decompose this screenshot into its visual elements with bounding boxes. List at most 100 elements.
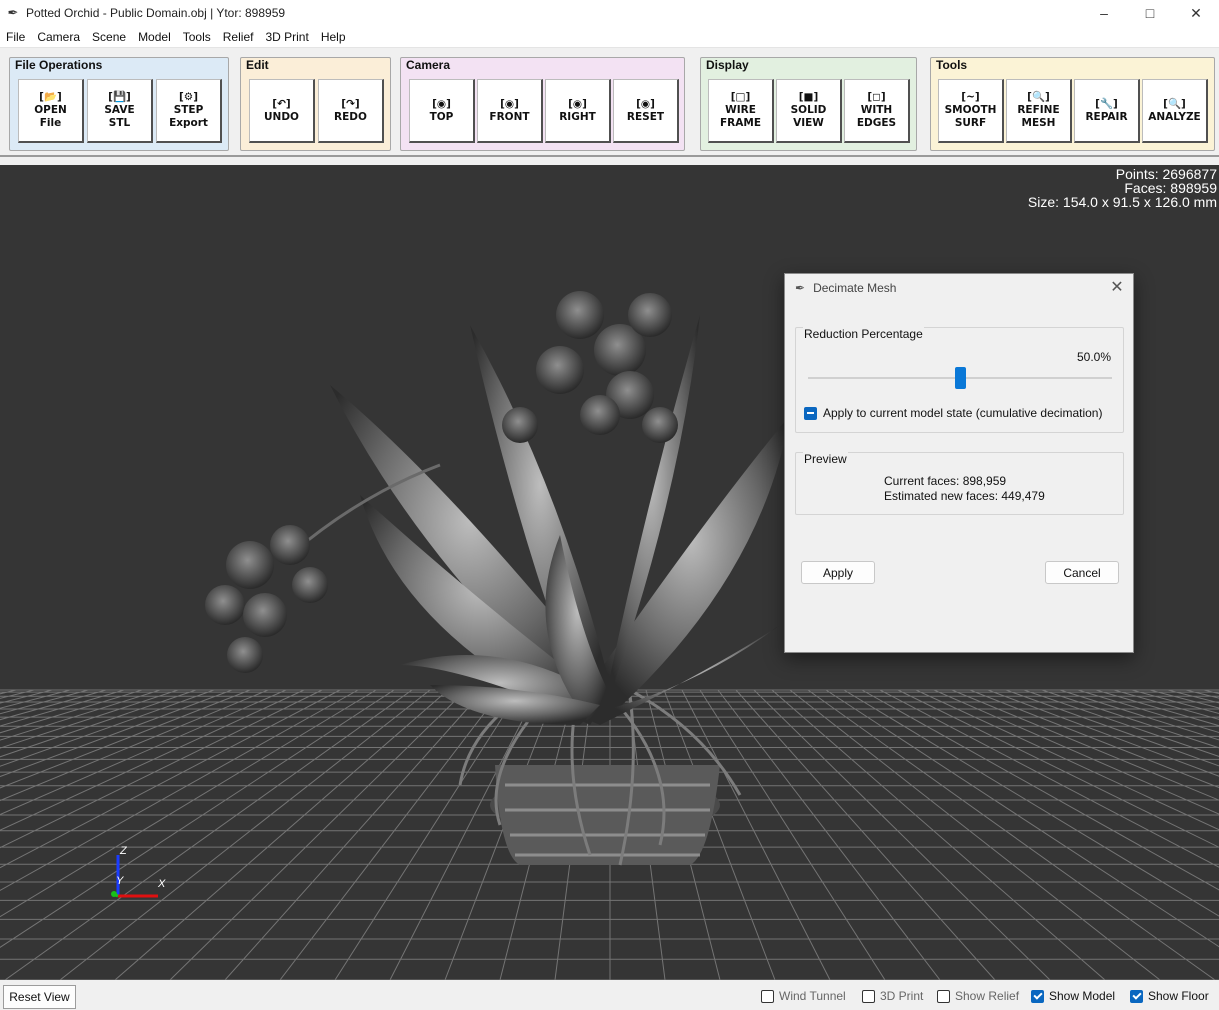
repair-button[interactable]: [🔧] REPAIR [1074, 79, 1140, 143]
solid-view-button[interactable]: [■] SOLID VIEW [776, 79, 842, 143]
close-icon[interactable]: ✕ [1173, 0, 1219, 26]
model-size: Size: 154.0 x 91.5 x 126.0 mm [1027, 194, 1217, 210]
wireframe-button[interactable]: [□] WIRE FRAME [708, 79, 774, 143]
camera-icon: [◉] [636, 97, 655, 110]
camera-right-button[interactable]: [◉] RIGHT [545, 79, 611, 143]
redo-icon: [↷] [341, 97, 360, 110]
button-label: EDGES [856, 117, 897, 129]
camera-icon: [◉] [432, 97, 451, 110]
reduction-legend: Reduction Percentage [803, 327, 924, 341]
menu-relief[interactable]: Relief [217, 26, 260, 48]
menu-file[interactable]: File [0, 26, 31, 48]
group-title: Edit [246, 58, 269, 72]
toggle-show-model[interactable]: Show Model [1031, 989, 1115, 1003]
button-label: MESH [1021, 117, 1056, 129]
feather-icon: ✒ [7, 5, 19, 20]
undo-icon: [↶] [272, 97, 291, 110]
toggle-label: Wind Tunnel [779, 989, 846, 1003]
close-icon[interactable]: ✕ [1107, 278, 1127, 298]
current-faces: Current faces: 898,959 [884, 474, 1007, 488]
wireframe-icon: [□] [730, 91, 751, 103]
open-file-button[interactable]: [📂] OPEN File [18, 79, 84, 143]
save-icon: [💾] [108, 91, 131, 103]
window-controls: – □ ✕ [1081, 0, 1219, 26]
camera-reset-button[interactable]: [◉] RESET [613, 79, 679, 143]
estimated-faces: Estimated new faces: 449,479 [884, 489, 1045, 503]
dialog-title: Decimate Mesh [813, 281, 897, 295]
button-label: STEP [173, 104, 204, 116]
cumulative-checkbox-row[interactable]: Apply to current model state (cumulative… [804, 406, 1102, 420]
axis-label-y: Y [116, 875, 124, 887]
checkbox[interactable] [937, 989, 950, 1003]
percentage-value: 50.0% [1076, 350, 1111, 364]
button-label: RESET [626, 110, 665, 123]
analyze-button[interactable]: [🔍] ANALYZE [1142, 79, 1208, 143]
menu-3d-print[interactable]: 3D Print [259, 26, 314, 48]
toggle-label: Show Model [1049, 989, 1116, 1003]
menu-model[interactable]: Model [132, 26, 177, 48]
checkbox[interactable] [1130, 989, 1143, 1003]
toggle-show-floor[interactable]: Show Floor [1130, 989, 1209, 1003]
decimate-mesh-dialog: ✒ Decimate Mesh ✕ Reduction Percentage 5… [784, 273, 1134, 653]
points-count: Points: 2696877 [1115, 166, 1217, 182]
redo-button[interactable]: [↷] REDO [318, 79, 384, 143]
group-title: Camera [406, 58, 451, 72]
checkbox[interactable] [862, 989, 875, 1003]
with-edges-button[interactable]: [◻] WITH EDGES [844, 79, 910, 143]
group-file-operations: File Operations [📂] OPEN File [💾] SAVE S… [9, 57, 229, 151]
group-title: Display [706, 58, 749, 72]
toggle-show-relief[interactable]: Show Relief [937, 989, 1019, 1003]
menu-tools[interactable]: Tools [177, 26, 217, 48]
button-label: Export [169, 117, 208, 129]
smooth-surf-button[interactable]: [~] SMOOTH SURF [938, 79, 1004, 143]
checkbox[interactable] [1031, 989, 1044, 1003]
button-label: STL [108, 117, 131, 129]
button-label: SMOOTH [944, 104, 997, 116]
preview-group: Preview Current faces: 898,959 Estimated… [795, 452, 1124, 515]
camera-icon: [◉] [500, 97, 519, 110]
apply-button[interactable]: Apply [801, 561, 875, 584]
group-tools: Tools [~] SMOOTH SURF [🔍] REFINE MESH [🔧… [930, 57, 1215, 151]
save-stl-button[interactable]: [💾] SAVE STL [87, 79, 153, 143]
edges-icon: [◻] [867, 91, 886, 103]
button-label: File [39, 117, 62, 129]
reduction-percentage-group: Reduction Percentage 50.0% Apply to curr… [795, 327, 1124, 433]
dialog-title-bar[interactable]: ✒ Decimate Mesh ✕ [785, 274, 1133, 302]
group-title: Tools [936, 58, 968, 72]
maximize-icon[interactable]: □ [1127, 0, 1173, 26]
group-title: File Operations [15, 58, 103, 72]
refine-mesh-button[interactable]: [🔍] REFINE MESH [1006, 79, 1072, 143]
undo-button[interactable]: [↶] UNDO [249, 79, 315, 143]
toggle-label: Show Relief [955, 989, 1020, 1003]
status-bar: Reset View Wind Tunnel 3D Print Show Relie… [0, 982, 1219, 1010]
magnifier-icon: [🔍] [1163, 97, 1186, 110]
button-label: REFINE [1017, 104, 1060, 116]
camera-front-button[interactable]: [◉] FRONT [477, 79, 543, 143]
checkbox[interactable] [761, 989, 774, 1003]
camera-top-button[interactable]: [◉] TOP [409, 79, 475, 143]
toggle-label: Show Floor [1148, 989, 1209, 1003]
group-camera: Camera [◉] TOP [◉] FRONT [◉] RIGHT [◉] R… [400, 57, 685, 151]
button-label: REPAIR [1085, 110, 1128, 123]
button-label: REDO [334, 110, 367, 123]
reset-view-button[interactable]: Reset View [3, 985, 76, 1009]
menu-help[interactable]: Help [315, 26, 352, 48]
folder-icon: [📂] [39, 91, 62, 103]
title-bar: ✒ Potted Orchid - Public Domain.obj | Yt… [0, 0, 1219, 26]
cancel-button[interactable]: Cancel [1045, 561, 1119, 584]
step-export-button[interactable]: [⚙] STEP Export [156, 79, 222, 143]
menu-scene[interactable]: Scene [86, 26, 132, 48]
toggle-3d-print[interactable]: 3D Print [862, 989, 923, 1003]
model-stats: Points: 2696877 Faces: 898959 Size: 154.… [1028, 167, 1217, 209]
minimize-icon[interactable]: – [1081, 0, 1127, 26]
toggle-wind-tunnel[interactable]: Wind Tunnel [761, 989, 846, 1003]
cumulative-checkbox[interactable] [804, 406, 817, 420]
button-label: SURF [954, 117, 987, 129]
toggle-label: 3D Print [880, 989, 924, 1003]
faces-count: Faces: 898959 [1124, 180, 1217, 196]
button-label: UNDO [264, 110, 299, 123]
menu-camera[interactable]: Camera [31, 26, 86, 48]
orchid-model [205, 291, 790, 866]
button-label: WIRE [725, 104, 756, 116]
reduction-slider-thumb[interactable] [954, 367, 966, 389]
